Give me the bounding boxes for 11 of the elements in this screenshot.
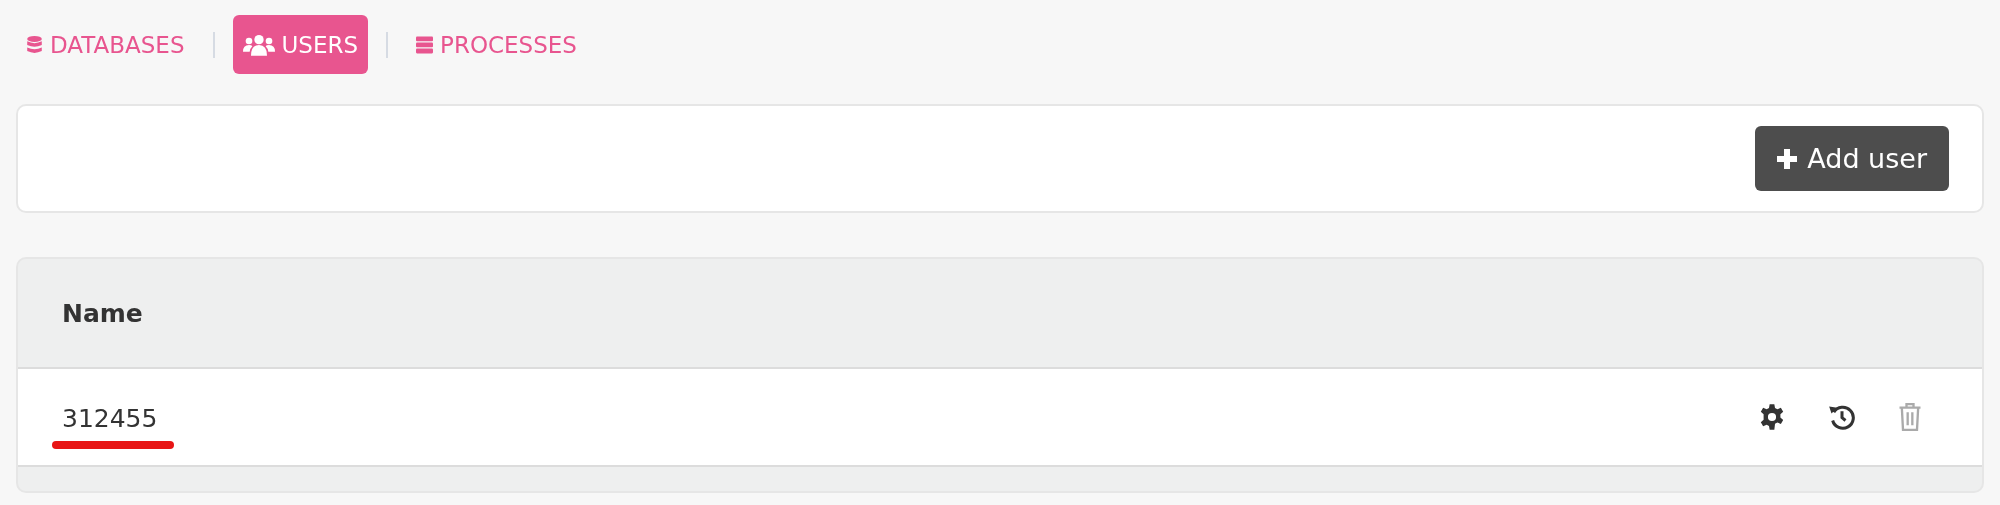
nav-tab[interactable]: DATABASES (16, 15, 195, 74)
nav-tab[interactable]: USERS (232, 15, 369, 74)
database-icon (26, 33, 43, 56)
table-cell-text: 312455 (61, 403, 159, 433)
add-user-button[interactable]: Add user (1755, 126, 1949, 191)
plus-icon (1777, 148, 1798, 169)
column-header: Name (62, 298, 143, 328)
users-icon (242, 33, 275, 56)
nav-tab[interactable]: PROCESSES (406, 15, 587, 74)
history-icon[interactable] (1828, 403, 1856, 431)
settings-icon[interactable] (1758, 403, 1786, 431)
